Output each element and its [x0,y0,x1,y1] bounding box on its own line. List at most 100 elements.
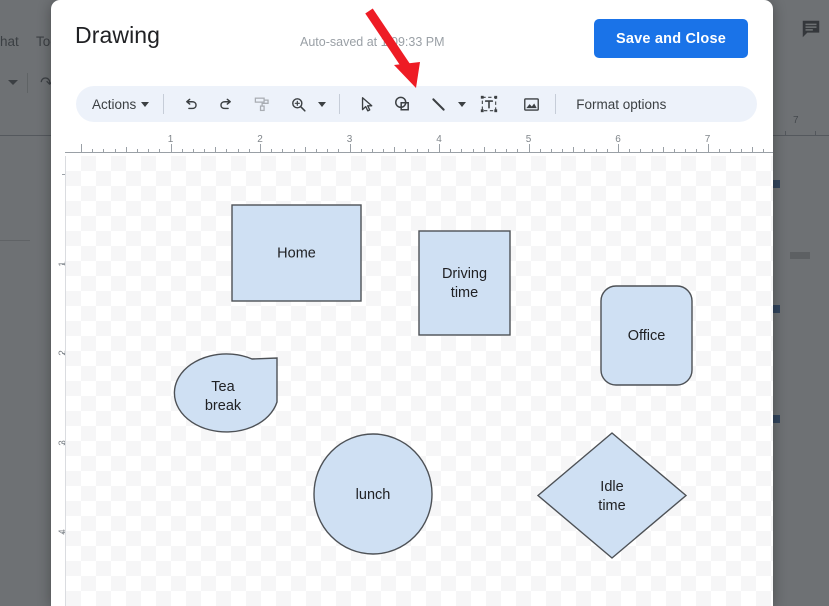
shape-tea-break[interactable]: Tea break [173,353,278,433]
ruler-tick [450,149,452,153]
ruler-tick [685,149,687,153]
ruler-tick [707,144,709,153]
ruler-tick [640,149,642,153]
ruler-tick [539,149,541,153]
shape-tea-break-label-1: Tea [211,379,235,395]
ruler-tick [371,149,373,153]
ruler-tick [394,147,396,153]
ruler-tick [103,149,105,153]
shape-tool-button[interactable] [387,89,417,119]
ruler-tick [506,149,508,153]
ruler-tick [618,144,619,153]
ruler-tick [472,149,474,153]
ruler-tick [673,149,675,153]
horizontal-ruler-number: 4 [436,134,442,145]
shape-driving-time[interactable]: Driving time [418,230,511,336]
horizontal-ruler-number: 6 [615,134,621,145]
select-tool-button[interactable] [351,89,381,119]
redo-button[interactable] [211,89,241,119]
ruler-tick [92,149,94,153]
ruler-tick [405,149,407,153]
ruler-tick [192,149,194,153]
toolbar-divider [555,94,557,114]
ruler-tick [416,149,418,153]
chevron-down-icon [458,101,467,107]
drawing-toolbar: Actions Format options [76,86,757,122]
line-icon [432,97,445,111]
ruler-tick [159,149,161,153]
ruler-tick [662,147,664,153]
ruler-tick [483,147,485,153]
shape-lunch-label: lunch [356,487,391,503]
ruler-tick [315,149,317,153]
redo-icon [220,98,231,109]
magnify-plus-icon [291,97,306,112]
ruler-tick [562,149,564,153]
ruler-tick [204,149,206,153]
ruler-tick [248,149,250,153]
ruler-tick [651,149,653,153]
horizontal-ruler-number: 2 [257,134,263,145]
ruler-tick [752,147,754,153]
drawing-canvas-area: 1 2 3 4 5 6 7 1 2 3 4 5 Home Driving time [51,133,773,606]
ruler-tick [718,149,720,153]
ruler-tick [439,144,440,153]
text-box-button[interactable] [474,89,504,119]
ruler-tick [338,149,340,153]
shape-idle-time[interactable]: Idle time [536,432,688,559]
dialog-header: Drawing Auto-saved at 1:09:33 PM Save an… [51,0,773,76]
undo-button[interactable] [175,89,205,119]
ruler-tick [763,149,765,153]
ruler-tick [282,149,284,153]
ruler-tick [494,149,496,153]
actions-menu-button[interactable]: Actions [85,89,155,119]
save-and-close-button[interactable]: Save and Close [594,19,748,58]
format-options-button[interactable]: Format options [566,89,676,119]
image-button[interactable] [516,89,546,119]
paint-format-button[interactable] [247,89,277,119]
ruler-tick [327,149,329,153]
ruler-tick [181,149,183,153]
shape-lunch[interactable]: lunch [313,433,433,555]
horizontal-ruler[interactable]: 1 2 3 4 5 6 7 [51,133,773,156]
ruler-tick [81,144,82,153]
ruler-tick [517,149,519,153]
shape-driving-time-label-1: Driving [442,266,487,282]
ruler-tick [114,149,116,153]
zoom-dropdown-button[interactable] [313,89,331,119]
shape-idle-time-label-2: time [598,498,625,514]
line-dropdown-button[interactable] [453,89,471,119]
ruler-tick [215,147,217,153]
ruler-tick [606,149,608,153]
cursor-arrow-icon [361,96,373,112]
ruler-tick [629,149,631,153]
ruler-tick [360,149,362,153]
shape-office[interactable]: Office [600,285,693,386]
shape-driving-time-label-2: time [451,285,478,301]
horizontal-ruler-number: 1 [167,134,174,145]
shape-office-label: Office [628,328,666,344]
ruler-tick [573,147,575,153]
shape-idle-time-label-1: Idle [600,479,623,495]
ruler-tick [226,149,228,153]
ruler-tick [741,149,743,153]
ruler-tick [349,144,351,153]
ruler-tick [696,149,698,153]
text-box-icon [481,95,498,113]
ruler-tick [550,149,552,153]
horizontal-ruler-number: 5 [525,134,532,145]
shape-home-label: Home [277,245,316,261]
line-tool-button[interactable] [423,89,453,119]
ruler-tick [237,149,239,153]
ruler-tick [595,149,597,153]
zoom-button[interactable] [283,89,313,119]
shape-home[interactable]: Home [231,204,362,302]
ruler-tick [729,149,731,153]
toolbar-divider [339,94,341,114]
horizontal-ruler-number: 3 [346,134,353,145]
shape-tea-break-label-2: break [205,398,242,414]
toolbar-divider [163,94,165,114]
ruler-tick [148,149,150,153]
drawing-dialog: Drawing Auto-saved at 1:09:33 PM Save an… [51,0,773,606]
drawing-surface[interactable]: Home Driving time Office Tea break lunch… [65,156,773,606]
